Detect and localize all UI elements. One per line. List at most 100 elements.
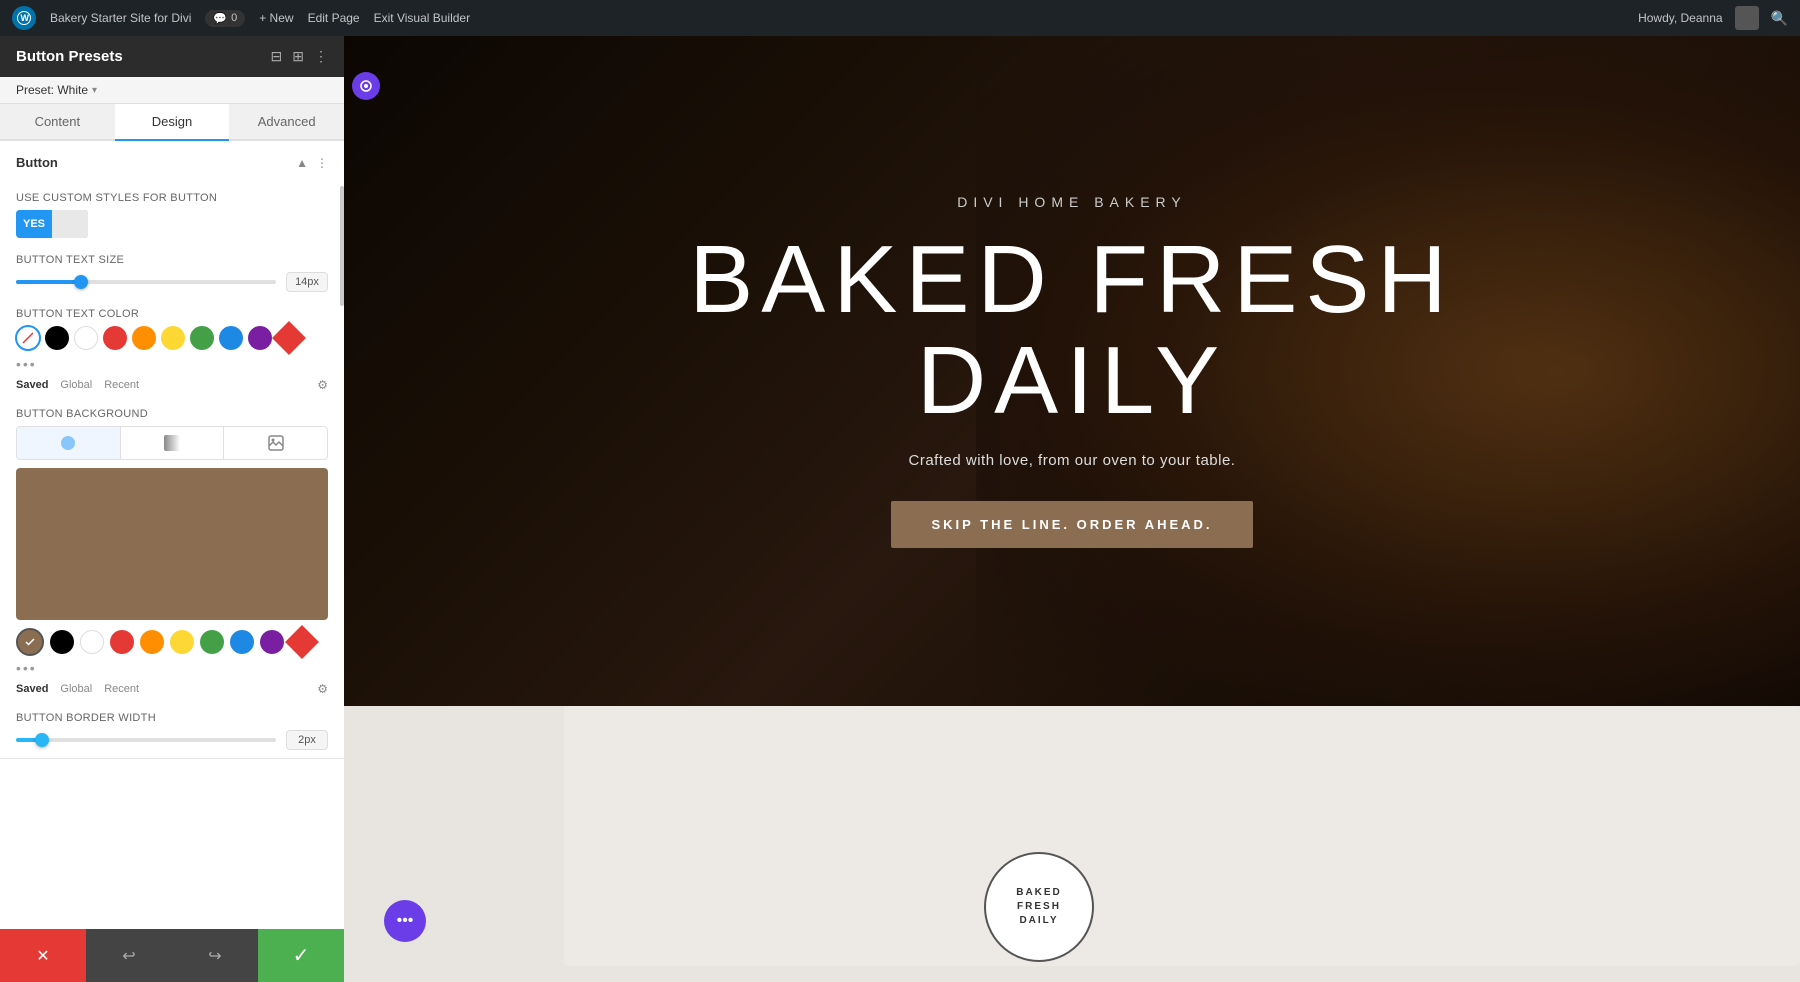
hero-section: DIVI HOME BAKERY BAKED FRESH DAILY Craft… <box>344 36 1800 706</box>
preset-name: Preset: White <box>16 83 88 97</box>
hero-content: DIVI HOME BAKERY BAKED FRESH DAILY Craft… <box>649 154 1494 588</box>
expand-icon[interactable]: ⊞ <box>292 48 304 65</box>
text-size-slider-row: 14px <box>16 272 328 292</box>
hero-subtitle: DIVI HOME BAKERY <box>689 194 1454 210</box>
panel-body: Button ▲ ⋮ Use Custom Styles For Button … <box>0 141 344 929</box>
color-swatch-custom[interactable] <box>272 321 306 355</box>
color-swatch-black[interactable] <box>45 326 69 350</box>
custom-styles-toggle[interactable]: YES <box>16 210 88 238</box>
section-collapse-icon[interactable]: ▲ <box>296 156 308 170</box>
bg-tab-recent[interactable]: Recent <box>104 683 139 695</box>
save-button[interactable]: ✓ <box>258 929 344 982</box>
color-swatch-white[interactable] <box>74 326 98 350</box>
bg-color-swatch-active[interactable] <box>16 628 44 656</box>
admin-bar-right: Howdy, Deanna 🔍 <box>1638 6 1788 30</box>
bg-swatch-yellow[interactable] <box>170 630 194 654</box>
color-swatch-purple[interactable] <box>248 326 272 350</box>
tab-advanced[interactable]: Advanced <box>229 104 344 139</box>
floating-menu-icon: ••• <box>397 912 414 930</box>
color-swatch-orange[interactable] <box>132 326 156 350</box>
hero-cta-button[interactable]: SKIP THE LINE. ORDER AHEAD. <box>891 501 1252 548</box>
edit-page-link[interactable]: Edit Page <box>308 11 360 25</box>
bg-swatch-blue[interactable] <box>230 630 254 654</box>
text-size-thumb[interactable] <box>74 275 88 289</box>
bg-swatch-black[interactable] <box>50 630 74 654</box>
more-icon[interactable]: ⋮ <box>314 48 328 65</box>
canvas-area: DIVI HOME BAKERY BAKED FRESH DAILY Craft… <box>344 36 1800 982</box>
wp-logo[interactable]: W <box>12 6 36 30</box>
color-tab-global[interactable]: Global <box>60 379 92 391</box>
svg-text:W: W <box>21 13 30 23</box>
left-panel: Button Presets ⊟ ⊞ ⋮ Preset: White ▾ Con… <box>0 36 344 982</box>
exit-builder-link[interactable]: Exit Visual Builder <box>374 11 471 25</box>
color-tab-recent[interactable]: Recent <box>104 379 139 391</box>
redo-icon: ↪ <box>208 946 221 966</box>
bg-gradient-btn[interactable] <box>121 427 225 459</box>
panel-preset[interactable]: Preset: White ▾ <box>0 77 344 104</box>
custom-styles-field: Use Custom Styles For Button YES <box>0 184 344 246</box>
toggle-no[interactable] <box>52 210 88 238</box>
color-preview-large[interactable] <box>16 468 328 620</box>
text-size-track[interactable] <box>16 280 276 284</box>
comment-bubble[interactable]: 💬 0 <box>205 10 245 27</box>
panel-header: Button Presets ⊟ ⊞ ⋮ <box>0 36 344 77</box>
text-color-field: Button Text Color <box>0 300 344 400</box>
bg-swatch-red[interactable] <box>110 630 134 654</box>
bg-tab-global[interactable]: Global <box>60 683 92 695</box>
bg-swatch-purple[interactable] <box>260 630 284 654</box>
color-settings-icon[interactable]: ⚙ <box>317 378 328 392</box>
main-layout: Button Presets ⊟ ⊞ ⋮ Preset: White ▾ Con… <box>0 36 1800 982</box>
color-swatch-blue[interactable] <box>219 326 243 350</box>
bg-label: Button Background <box>16 408 328 420</box>
color-swatch-red[interactable] <box>103 326 127 350</box>
panel-footer: ✕ ↩ ↪ ✓ <box>0 929 344 982</box>
tab-content[interactable]: Content <box>0 104 115 139</box>
bg-color-more-dots[interactable]: ••• <box>16 660 37 676</box>
panel-tabs: Content Design Advanced <box>0 104 344 141</box>
redo-button[interactable]: ↪ <box>172 929 258 982</box>
undo-button[interactable]: ↩ <box>86 929 172 982</box>
minimize-icon[interactable]: ⊟ <box>271 48 283 65</box>
border-width-value[interactable]: 2px <box>286 730 328 750</box>
toggle-yes[interactable]: YES <box>16 210 52 238</box>
color-more-dots[interactable]: ••• <box>16 356 37 372</box>
site-name-link[interactable]: Bakery Starter Site for Divi <box>50 11 191 25</box>
color-swatch-yellow[interactable] <box>161 326 185 350</box>
bg-tab-saved[interactable]: Saved <box>16 683 48 695</box>
bg-color-tabs: Saved Global Recent ⚙ <box>16 682 328 696</box>
comment-count: 0 <box>231 12 237 24</box>
user-avatar[interactable] <box>1735 6 1759 30</box>
undo-icon: ↩ <box>122 946 135 966</box>
new-link[interactable]: + New <box>259 11 293 25</box>
border-width-slider-row: 2px <box>16 730 328 750</box>
text-size-value[interactable]: 14px <box>286 272 328 292</box>
bg-swatch-orange[interactable] <box>140 630 164 654</box>
color-swatch-green[interactable] <box>190 326 214 350</box>
hero-title-line1: BAKED FRESH <box>689 226 1454 333</box>
border-width-track[interactable] <box>16 738 276 742</box>
builder-toggle[interactable] <box>352 72 380 100</box>
bg-color-btn[interactable] <box>17 427 121 459</box>
tab-design[interactable]: Design <box>115 104 230 141</box>
bg-swatch-green[interactable] <box>200 630 224 654</box>
bg-swatch-custom[interactable] <box>285 625 319 659</box>
bg-image-btn[interactable] <box>224 427 327 459</box>
bg-type-buttons <box>16 426 328 460</box>
border-width-thumb[interactable] <box>35 733 49 747</box>
cancel-icon: ✕ <box>36 946 49 966</box>
stamp-circle: BAKEDFRESHDAILY <box>984 852 1094 962</box>
color-tab-saved[interactable]: Saved <box>16 379 48 391</box>
text-color-swatches <box>16 326 328 350</box>
floating-menu-button[interactable]: ••• <box>384 900 426 942</box>
panel-header-icons: ⊟ ⊞ ⋮ <box>271 48 328 65</box>
color-swatch-pencil[interactable] <box>16 326 40 350</box>
bg-settings-icon[interactable]: ⚙ <box>317 682 328 696</box>
hero-title: BAKED FRESH DAILY <box>689 230 1454 432</box>
section-header: Button ▲ ⋮ <box>0 141 344 184</box>
bg-swatch-white[interactable] <box>80 630 104 654</box>
admin-search-icon[interactable]: 🔍 <box>1771 10 1788 27</box>
admin-bar-left: W Bakery Starter Site for Divi 💬 0 + New… <box>12 6 1622 30</box>
cancel-button[interactable]: ✕ <box>0 929 86 982</box>
color-tabs: Saved Global Recent ⚙ <box>16 378 328 392</box>
section-menu-icon[interactable]: ⋮ <box>316 156 328 170</box>
